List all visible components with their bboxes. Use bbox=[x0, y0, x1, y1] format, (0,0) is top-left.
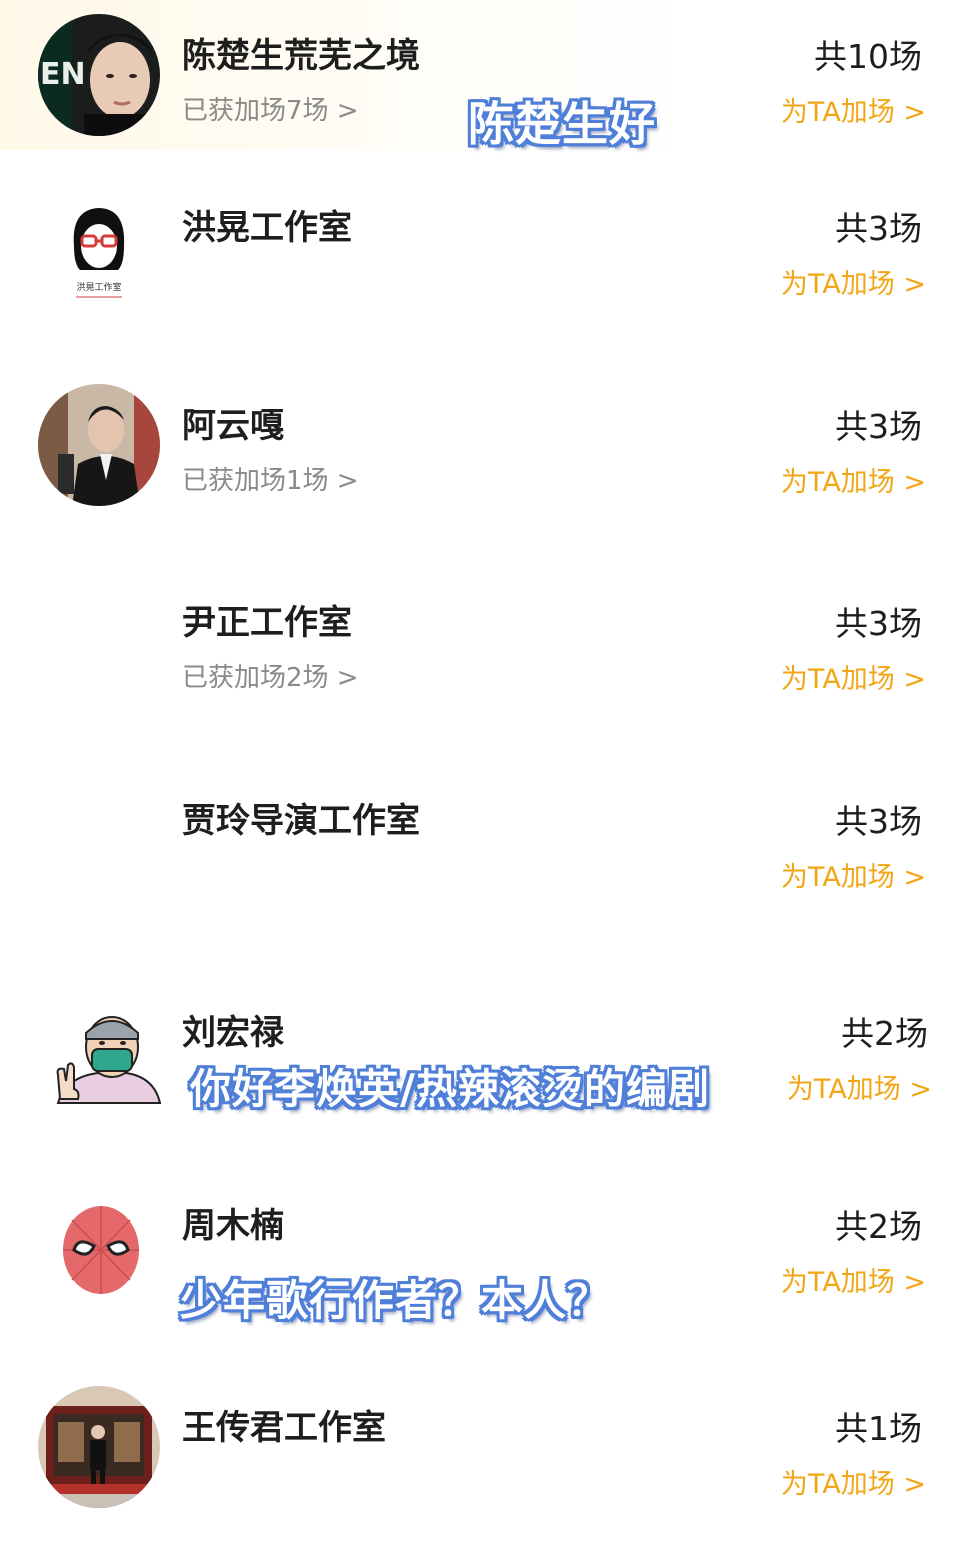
studio-name: 陈楚生荒芜之境 bbox=[182, 36, 420, 76]
boost-button[interactable]: 为TA加场 > bbox=[781, 1462, 926, 1501]
boost-button[interactable]: 为TA加场 > bbox=[781, 262, 926, 301]
total-shows: 共2场 bbox=[841, 1014, 928, 1053]
total-shows: 共3场 bbox=[835, 209, 922, 248]
boost-button[interactable]: 为TA加场 > bbox=[781, 1260, 926, 1299]
boost-button[interactable]: 为TA加场 > bbox=[781, 657, 926, 696]
studio-list: EN 陈楚生荒芜之境 已获加场7场 > 共10场 为TA加场 > 洪晃工作室 洪… bbox=[0, 0, 960, 1558]
portrait-photo-icon: EN bbox=[38, 14, 160, 136]
total-shows: 共3场 bbox=[835, 604, 922, 643]
avatar[interactable] bbox=[48, 1184, 154, 1306]
studio-name: 洪晃工作室 bbox=[182, 208, 352, 248]
avatar[interactable] bbox=[46, 991, 168, 1113]
studio-name: 刘宏禄 bbox=[182, 1013, 284, 1053]
gained-count-link[interactable]: 已获加场7场 > bbox=[182, 90, 359, 127]
studio-name: 周木楠 bbox=[182, 1206, 284, 1246]
avatar[interactable] bbox=[38, 1386, 160, 1508]
overlay-caption: 你好李焕英/热辣滚烫的编剧 bbox=[190, 1065, 710, 1113]
boost-button[interactable]: 为TA加场 > bbox=[787, 1067, 932, 1106]
studio-name: 阿云嘎 bbox=[182, 406, 284, 446]
total-shows: 共1场 bbox=[835, 1409, 922, 1448]
list-item[interactable]: 尹正工作室 已获加场2场 > 共3场 为TA加场 > bbox=[0, 567, 960, 717]
stage-photo-icon bbox=[38, 1386, 160, 1508]
studio-name: 贾玲导演工作室 bbox=[182, 801, 420, 841]
avatar[interactable] bbox=[38, 384, 160, 506]
svg-text:洪晃工作室: 洪晃工作室 bbox=[76, 281, 121, 293]
overlay-caption: 陈楚生好 bbox=[468, 97, 656, 151]
blank-avatar-icon bbox=[38, 779, 160, 901]
total-shows: 共2场 bbox=[835, 1207, 922, 1246]
total-shows: 共10场 bbox=[814, 37, 922, 76]
gained-count-link[interactable]: 已获加场2场 > bbox=[182, 657, 359, 694]
list-item[interactable]: 贾玲导演工作室 共3场 为TA加场 > bbox=[0, 765, 960, 915]
spiderman-mask-icon bbox=[48, 1184, 154, 1306]
boost-button[interactable]: 为TA加场 > bbox=[781, 460, 926, 499]
studio-logo-icon: 洪晃工作室 bbox=[38, 186, 160, 308]
avatar[interactable] bbox=[38, 779, 160, 901]
studio-name: 尹正工作室 bbox=[182, 603, 352, 643]
boost-button[interactable]: 为TA加场 > bbox=[781, 855, 926, 894]
avatar[interactable]: 洪晃工作室 bbox=[38, 186, 160, 308]
total-shows: 共3场 bbox=[835, 407, 922, 446]
portrait-photo-icon bbox=[38, 384, 160, 506]
boost-button[interactable]: 为TA加场 > bbox=[781, 90, 926, 129]
overlay-caption: 少年歌行作者？本人？ bbox=[180, 1276, 611, 1325]
cartoon-masked-person-icon bbox=[46, 991, 168, 1113]
avatar[interactable] bbox=[38, 581, 160, 703]
gained-count-link[interactable]: 已获加场1场 > bbox=[182, 460, 359, 497]
list-item[interactable]: 王传君工作室 共1场 为TA加场 > bbox=[0, 1372, 960, 1522]
blank-avatar-icon bbox=[38, 581, 160, 703]
studio-name: 王传君工作室 bbox=[182, 1408, 386, 1448]
total-shows: 共3场 bbox=[835, 802, 922, 841]
list-item[interactable]: 洪晃工作室 洪晃工作室 共3场 为TA加场 > bbox=[0, 172, 960, 322]
svg-text:EN: EN bbox=[40, 57, 86, 92]
list-item[interactable]: 阿云嘎 已获加场1场 > 共3场 为TA加场 > bbox=[0, 370, 960, 520]
avatar[interactable]: EN bbox=[38, 14, 160, 136]
